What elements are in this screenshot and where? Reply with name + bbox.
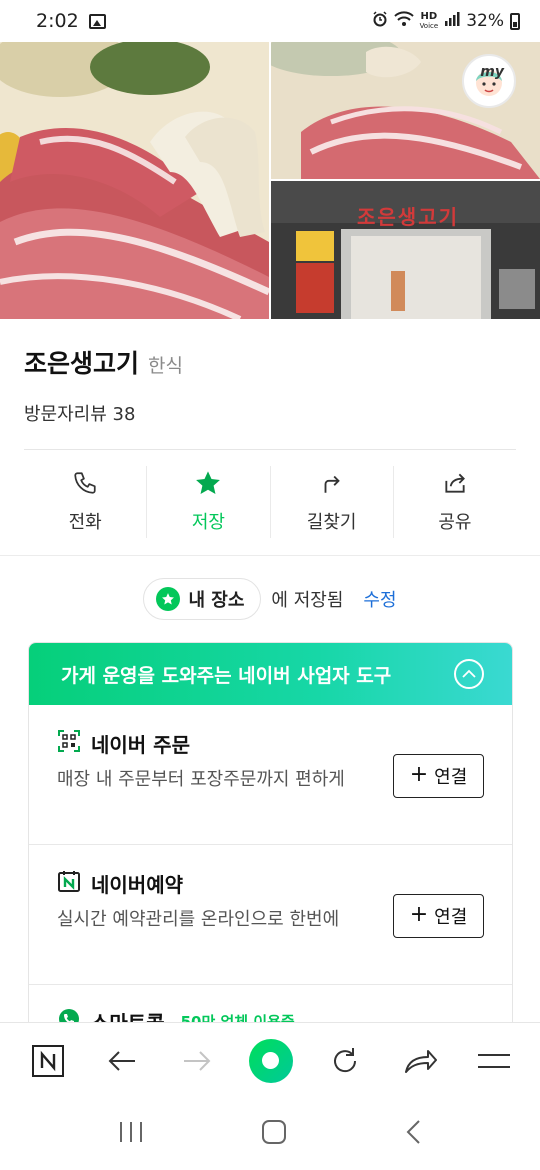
plus-icon: + xyxy=(409,762,429,787)
share-arrow-icon xyxy=(404,1049,437,1073)
forward-button[interactable] xyxy=(175,1039,219,1083)
tool-naver-order: 네이버 주문 매장 내 주문부터 포장주문까지 편하게 + 연결 xyxy=(29,705,512,845)
status-time: 2:02 xyxy=(36,10,79,32)
signal-icon xyxy=(444,11,460,32)
share-page-button[interactable] xyxy=(398,1039,442,1083)
photo-gallery[interactable]: my 조은생고기 xyxy=(0,42,540,319)
my-places-label: 내 장소 xyxy=(188,590,245,611)
naver-home-button[interactable] xyxy=(26,1039,70,1083)
divider xyxy=(24,449,516,450)
hd-label: HD xyxy=(420,10,438,22)
photo-grill[interactable]: my xyxy=(271,42,540,179)
my-places-chip[interactable]: 내 장소 xyxy=(143,578,262,620)
alarm-icon xyxy=(372,10,388,32)
battery-percent: 32% xyxy=(466,11,504,31)
photo-storefront[interactable]: 조은생고기 xyxy=(271,181,540,319)
business-tools-card: 가게 운영을 도와주는 네이버 사업자 도구 네이버 주문 매장 내 주문부터 … xyxy=(28,642,513,1062)
connect-label: 연결 xyxy=(434,767,468,788)
saved-star-icon xyxy=(156,587,181,611)
browser-toolbar xyxy=(0,1022,540,1098)
naver-reservation-connect-button[interactable]: + 연결 xyxy=(393,894,484,938)
share-label: 공유 xyxy=(438,512,472,533)
home-icon xyxy=(261,1120,286,1144)
refresh-button[interactable] xyxy=(323,1039,367,1083)
store-sign: 조은생고기 xyxy=(357,205,459,229)
voice-label: Voice xyxy=(419,21,439,30)
gallery-icon xyxy=(88,13,106,29)
phone-icon xyxy=(72,468,98,498)
naver-order-connect-button[interactable]: + 연결 xyxy=(393,754,484,798)
tool-naver-reservation: 네이버예약 실시간 예약관리를 온라인으로 한번에 + 연결 xyxy=(29,845,512,985)
status-bar: 2:02 HD Voice 32% xyxy=(0,0,540,42)
save-button[interactable]: 저장 xyxy=(147,466,271,538)
place-category: 한식 xyxy=(148,355,183,377)
chevron-up-icon[interactable] xyxy=(454,659,484,689)
saved-status-row: 내 장소 에 저장됨 수정 xyxy=(0,578,540,620)
share-icon xyxy=(441,468,469,498)
business-tools-header[interactable]: 가게 운영을 도와주는 네이버 사업자 도구 xyxy=(29,643,512,705)
star-icon xyxy=(194,468,222,498)
photo-main-meat[interactable] xyxy=(0,42,269,319)
edit-link[interactable]: 수정 xyxy=(363,586,396,612)
visitor-review-link[interactable]: 방문자리뷰 38 xyxy=(24,400,516,426)
status-right: HD Voice 32% xyxy=(372,10,520,32)
action-bar: 전화 저장 길찾기 공유 xyxy=(24,466,516,538)
naver-order-title: 네이버 주문 xyxy=(91,733,190,757)
plus-icon: + xyxy=(409,902,429,927)
naver-reservation-desc: 실시간 예약관리를 온라인으로 한번에 xyxy=(57,909,340,930)
system-back-button[interactable] xyxy=(404,1119,422,1149)
recents-button[interactable] xyxy=(118,1120,144,1148)
arrow-left-icon xyxy=(108,1050,136,1071)
refresh-icon xyxy=(334,1047,357,1072)
place-name: 조은생고기 xyxy=(24,349,140,378)
arrow-right-icon xyxy=(183,1050,211,1071)
place-name-row: 조은생고기 한식 xyxy=(24,344,516,380)
qr-order-icon xyxy=(57,729,81,758)
save-label: 저장 xyxy=(191,512,225,533)
place-header: 조은생고기 한식 방문자리뷰 38 xyxy=(0,319,540,426)
naver-reservation-title: 네이버예약 xyxy=(91,873,183,897)
business-tools-title: 가게 운영을 도와주는 네이버 사업자 도구 xyxy=(61,664,392,687)
home-button[interactable] xyxy=(261,1119,287,1149)
calendar-n-icon xyxy=(57,869,81,898)
my-label: my xyxy=(480,64,504,80)
battery-icon xyxy=(510,12,520,30)
call-label: 전화 xyxy=(68,512,102,533)
wifi-icon xyxy=(393,10,414,32)
green-dot-button[interactable] xyxy=(248,1038,293,1083)
directions-label: 길찾기 xyxy=(306,512,357,533)
back-button[interactable] xyxy=(100,1039,144,1083)
directions-button[interactable]: 길찾기 xyxy=(271,466,394,538)
naver-order-desc: 매장 내 주문부터 포장주문까지 편하게 xyxy=(57,769,345,790)
menu-button[interactable] xyxy=(472,1039,516,1083)
call-button[interactable]: 전화 xyxy=(24,466,148,538)
saved-text: 에 저장됨 xyxy=(271,590,344,611)
hd-voice-icon: HD Voice xyxy=(419,10,439,31)
my-avatar[interactable]: my xyxy=(462,54,516,108)
directions-icon xyxy=(319,468,345,498)
recents-icon xyxy=(120,1122,143,1142)
menu-icon xyxy=(477,1053,510,1068)
chevron-left-icon xyxy=(406,1120,420,1144)
system-nav-bar xyxy=(0,1098,540,1170)
green-dot-icon xyxy=(262,1052,280,1069)
section-separator xyxy=(0,555,540,556)
connect-label: 연결 xyxy=(434,907,468,928)
naver-n-icon xyxy=(32,1044,64,1077)
share-button[interactable]: 공유 xyxy=(394,466,516,538)
